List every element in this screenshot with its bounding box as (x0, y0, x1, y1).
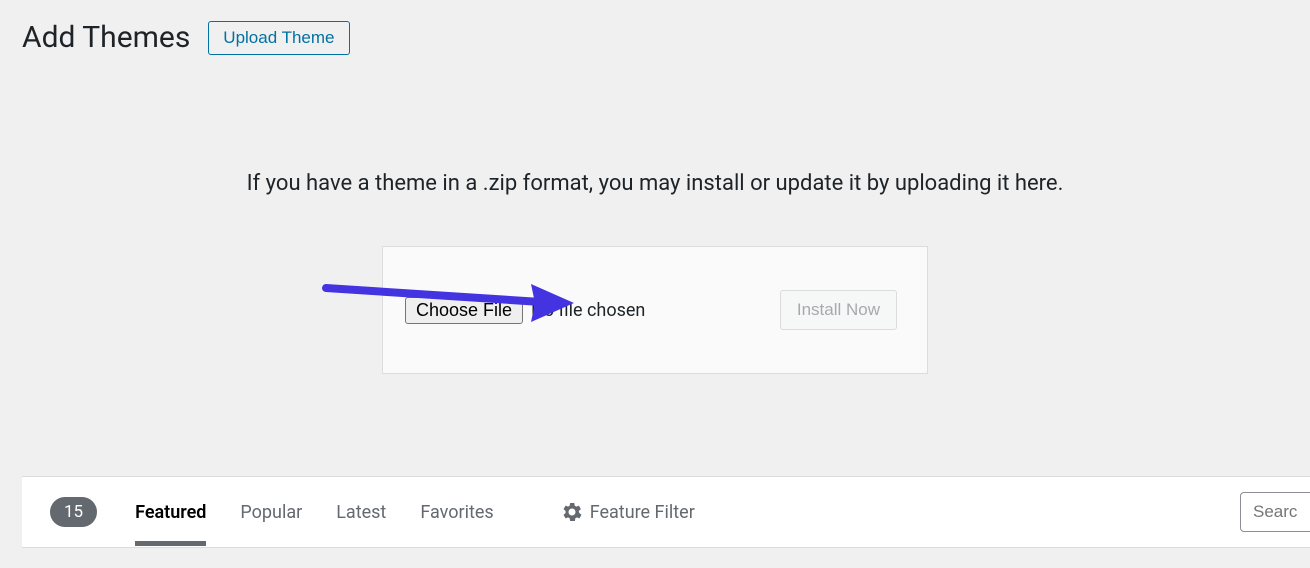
tab-popular[interactable]: Popular (240, 480, 302, 545)
tab-favorites[interactable]: Favorites (420, 480, 493, 545)
upload-theme-button[interactable]: Upload Theme (208, 21, 349, 55)
file-input-group: Choose File No file chosen (405, 297, 645, 324)
feature-filter-button[interactable]: Feature Filter (562, 502, 695, 523)
tab-featured[interactable]: Featured (135, 480, 206, 545)
page-title: Add Themes (22, 20, 190, 56)
upload-instruction-text: If you have a theme in a .zip format, yo… (22, 171, 1288, 196)
add-themes-screen: Add Themes Upload Theme If you have a th… (0, 0, 1310, 568)
install-now-button[interactable]: Install Now (780, 290, 897, 330)
tab-latest[interactable]: Latest (336, 480, 386, 545)
search-themes-input[interactable] (1240, 492, 1310, 532)
search-themes-wrap (1240, 492, 1310, 532)
upload-form-box: Choose File No file chosen Install Now (382, 246, 928, 374)
file-chosen-status: No file chosen (531, 300, 645, 321)
upload-theme-panel: If you have a theme in a .zip format, yo… (22, 171, 1288, 374)
theme-count-badge: 15 (50, 497, 97, 527)
filter-tabs: Featured Popular Latest Favorites Featur… (135, 480, 695, 545)
page-header: Add Themes Upload Theme (22, 20, 1288, 56)
theme-filter-bar: 15 Featured Popular Latest Favorites Fea… (22, 476, 1310, 548)
feature-filter-label: Feature Filter (590, 502, 695, 523)
gear-icon (562, 502, 582, 522)
choose-file-button[interactable]: Choose File (405, 297, 523, 324)
